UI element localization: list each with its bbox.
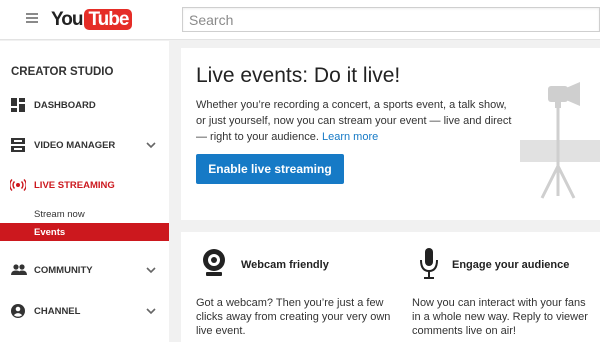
sidebar-item-community[interactable]: COMMUNITY — [0, 257, 169, 285]
video-manager-icon — [11, 138, 25, 152]
sidebar-subitem-events[interactable]: Events — [0, 223, 169, 241]
search-input[interactable] — [183, 8, 599, 31]
sidebar-subitem-label: Stream now — [34, 209, 85, 220]
sidebar-item-label: COMMUNITY — [34, 265, 93, 276]
sidebar: CREATOR STUDIO DASHBOARD VIDEO MANAGER L… — [0, 41, 169, 342]
search-box — [182, 7, 600, 32]
live-events-card: Live events: Do it live! Whether you’re … — [181, 48, 600, 220]
enable-live-streaming-button[interactable]: Enable live streaming — [196, 154, 344, 184]
hero-description: Whether you’re recording a concert, a sp… — [196, 97, 516, 145]
sidebar-item-dashboard[interactable]: DASHBOARD — [0, 92, 169, 120]
sidebar-subitem-stream-now[interactable]: Stream now — [0, 205, 169, 223]
feature-description: Now you can interact with your fans in a… — [412, 297, 588, 337]
learn-more-link[interactable]: Learn more — [322, 131, 378, 143]
webcam-icon — [203, 249, 225, 276]
sidebar-item-label: CHANNEL — [34, 306, 81, 317]
feature-title: Webcam friendly — [241, 259, 329, 271]
sidebar-subitem-label: Events — [34, 227, 66, 238]
top-bar: You Tube — [0, 0, 600, 40]
sidebar-item-live-streaming[interactable]: LIVE STREAMING — [0, 172, 169, 200]
logo-text-you: You — [51, 9, 84, 30]
sidebar-item-channel[interactable]: CHANNEL — [0, 298, 169, 326]
sidebar-title: CREATOR STUDIO — [11, 66, 114, 78]
sidebar-item-video-manager[interactable]: VIDEO MANAGER — [0, 132, 169, 160]
sidebar-item-label: DASHBOARD — [34, 100, 96, 111]
logo-text-tube: Tube — [84, 9, 133, 30]
page-title: Live events: Do it live! — [196, 64, 401, 87]
studio-light-illustration — [520, 82, 600, 199]
community-icon — [11, 264, 27, 275]
dashboard-icon — [11, 98, 25, 112]
live-streaming-icon — [10, 179, 26, 191]
feature-description: Got a webcam? Then you’re just a few cli… — [196, 297, 391, 337]
youtube-logo[interactable]: You Tube — [51, 9, 133, 30]
microphone-icon — [420, 248, 438, 279]
sidebar-item-label: LIVE STREAMING — [34, 180, 115, 191]
chevron-down-icon[interactable] — [146, 140, 156, 150]
sidebar-item-label: VIDEO MANAGER — [34, 140, 116, 151]
features-card: Webcam friendly Got a webcam? Then you’r… — [181, 232, 600, 342]
channel-icon — [11, 304, 25, 318]
chevron-down-icon[interactable] — [146, 306, 156, 316]
menu-icon[interactable] — [26, 13, 38, 23]
feature-title: Engage your audience — [452, 259, 570, 271]
chevron-down-icon[interactable] — [146, 265, 156, 275]
